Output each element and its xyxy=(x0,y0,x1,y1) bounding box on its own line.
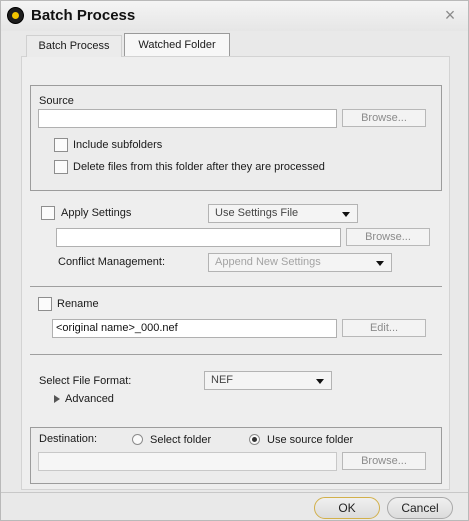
file-format-value: NEF xyxy=(211,374,233,386)
conflict-management-dropdown[interactable]: Append New Settings xyxy=(208,253,392,272)
file-format-dropdown[interactable]: NEF xyxy=(204,371,332,390)
settings-mode-dropdown[interactable]: Use Settings File xyxy=(208,204,358,223)
ok-button[interactable]: OK xyxy=(314,497,380,519)
divider xyxy=(30,354,442,355)
dialog-title: Batch Process xyxy=(31,7,136,24)
rename-edit-button[interactable]: Edit... xyxy=(342,319,426,337)
cancel-button[interactable]: Cancel xyxy=(387,497,453,519)
destination-browse-button[interactable]: Browse... xyxy=(342,452,426,470)
divider xyxy=(30,286,442,287)
use-source-folder-label: Use source folder xyxy=(267,434,354,446)
select-folder-radio[interactable] xyxy=(132,434,143,445)
source-browse-button[interactable]: Browse... xyxy=(342,109,426,127)
conflict-management-label: Conflict Management: xyxy=(58,256,165,268)
title-bar: Batch Process × xyxy=(1,1,468,31)
source-label: Source xyxy=(39,95,74,107)
apply-settings-checkbox[interactable] xyxy=(41,206,55,220)
include-subfolders-checkbox[interactable] xyxy=(54,138,68,152)
advanced-toggle[interactable]: Advanced xyxy=(65,393,114,405)
disclosure-triangle-icon[interactable] xyxy=(54,395,60,403)
close-icon[interactable]: × xyxy=(442,6,458,24)
select-folder-label: Select folder xyxy=(150,434,212,446)
settings-file-field[interactable] xyxy=(56,228,341,247)
include-subfolders-label: Include subfolders xyxy=(73,139,163,151)
use-source-folder-radio[interactable] xyxy=(249,434,260,445)
chevron-down-icon xyxy=(316,379,324,384)
delete-files-checkbox[interactable] xyxy=(54,160,68,174)
settings-mode-value: Use Settings File xyxy=(215,207,299,219)
rename-label: Rename xyxy=(57,298,99,310)
settings-browse-button[interactable]: Browse... xyxy=(346,228,430,246)
file-format-label: Select File Format: xyxy=(39,375,132,387)
source-group xyxy=(30,85,442,191)
tab-watched-folder[interactable]: Watched Folder xyxy=(124,33,230,57)
apply-settings-label: Apply Settings xyxy=(61,207,132,219)
footer-divider xyxy=(1,492,468,493)
conflict-management-value: Append New Settings xyxy=(215,256,321,268)
destination-label: Destination: xyxy=(39,433,98,445)
rename-pattern-field[interactable]: <original name>_000.nef xyxy=(52,319,337,338)
batch-process-dialog: Batch Process × Batch Process Watched Fo… xyxy=(0,0,469,521)
destination-path-field[interactable] xyxy=(38,452,337,471)
nikon-app-icon xyxy=(7,7,24,24)
rename-checkbox[interactable] xyxy=(38,297,52,311)
chevron-down-icon xyxy=(342,212,350,217)
chevron-down-icon xyxy=(376,261,384,266)
delete-files-label: Delete files from this folder after they… xyxy=(73,161,325,173)
source-path-field[interactable] xyxy=(38,109,337,128)
tab-batch-process[interactable]: Batch Process xyxy=(26,35,122,57)
